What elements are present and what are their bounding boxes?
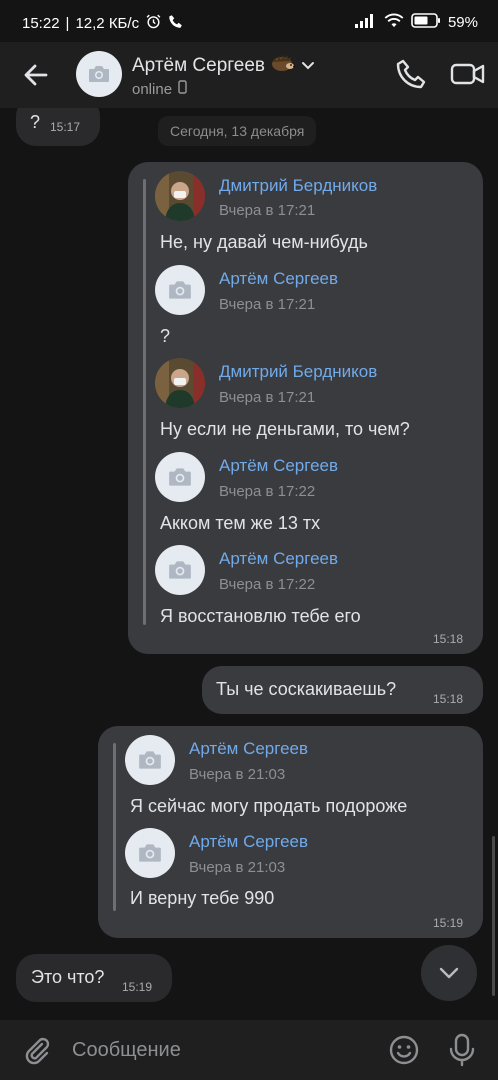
forward-bar — [143, 179, 146, 625]
message-text: Ты че соскакиваешь? — [216, 679, 397, 699]
forward-author[interactable]: Артём Сергеев — [219, 549, 338, 569]
forward-text: Я сейчас могу продать подороже — [130, 796, 408, 816]
author-avatar — [155, 545, 205, 595]
forward-author[interactable]: Дмитрий Бердников — [219, 362, 377, 382]
phone-icon — [396, 59, 426, 89]
contact-name-row[interactable]: Артём Сергеев — [132, 54, 315, 78]
forward-author[interactable]: Артём Сергеев — [189, 832, 308, 852]
back-button[interactable] — [20, 59, 52, 91]
voice-message-button[interactable] — [446, 1032, 478, 1068]
message-incoming-forwarded[interactable]: Артём Сергеев Вчера в 21:03 Я сейчас мог… — [98, 726, 483, 938]
battery-percent: 59% — [447, 14, 478, 31]
forward-time: Вчера в 21:03 — [189, 859, 286, 876]
message-time: 15:18 — [433, 632, 464, 646]
camera-placeholder-icon — [139, 751, 161, 769]
author-avatar — [155, 452, 205, 502]
message-time: 15:19 — [433, 916, 464, 930]
status-bar: 15:22 | 12,2 КБ/с 59% — [0, 0, 498, 42]
forward-author[interactable]: Дмитрий Бердников — [219, 176, 377, 196]
message-incoming[interactable]: ? 15:17 — [16, 108, 100, 146]
forward-text: Акком тем же 13 тх — [160, 513, 321, 533]
video-camera-icon — [450, 63, 485, 85]
author-avatar — [155, 265, 205, 315]
forward-text: Я восстановлю тебе его — [160, 606, 361, 626]
forward-text: Ну если не деньгами, то чем? — [160, 419, 410, 439]
forward-time: Вчера в 17:21 — [219, 202, 316, 219]
message-incoming[interactable]: Это что? 15:19 — [16, 954, 172, 1002]
scroll-down-button[interactable] — [421, 945, 477, 1001]
chevron-down-icon — [301, 55, 315, 77]
camera-placeholder-icon — [169, 281, 191, 299]
forward-time: Вчера в 17:22 — [219, 483, 316, 500]
status-time: 15:22 — [22, 15, 60, 32]
forward-text: Не, ну давай чем-нибудь — [160, 232, 368, 252]
call-button[interactable] — [394, 57, 428, 91]
author-avatar — [125, 828, 175, 878]
hedgehog-emoji-icon — [271, 54, 295, 78]
message-outgoing[interactable]: Ты че соскакиваешь? 15:18 — [202, 666, 483, 714]
person-photo-icon — [155, 171, 205, 221]
message-time: 15:17 — [50, 120, 81, 134]
status-divider: | — [65, 15, 70, 32]
message-composer — [0, 1020, 498, 1080]
forward-bar — [113, 743, 116, 911]
camera-placeholder-icon — [169, 561, 191, 579]
date-separator: Сегодня, 13 декабря — [158, 116, 317, 146]
author-avatar — [125, 735, 175, 785]
camera-placeholder-icon — [139, 844, 161, 862]
contact-status: online — [132, 80, 173, 98]
forward-time: Вчера в 21:03 — [189, 766, 286, 783]
forward-text: И верну тебе 990 — [130, 888, 275, 908]
author-avatar-photo — [155, 358, 205, 408]
emoji-button[interactable] — [388, 1034, 420, 1066]
wifi-icon — [384, 13, 404, 32]
scroll-down-icon — [439, 967, 459, 979]
camera-placeholder-icon — [169, 468, 191, 486]
contact-avatar[interactable] — [76, 51, 122, 97]
message-outgoing-forwarded[interactable]: Дмитрий Бердников Вчера в 17:21 Не, ну д… — [128, 162, 483, 654]
status-left: 15:22 | 12,2 КБ/с — [22, 13, 183, 34]
message-input[interactable] — [72, 1034, 372, 1066]
scrollbar[interactable] — [492, 836, 495, 996]
status-right: 59% — [354, 13, 478, 32]
attach-button[interactable] — [20, 1034, 52, 1066]
emoji-icon — [389, 1035, 419, 1065]
forward-author[interactable]: Артём Сергеев — [219, 456, 338, 476]
camera-placeholder-icon — [89, 66, 109, 82]
paperclip-icon — [25, 1037, 50, 1065]
message-time: 15:18 — [433, 692, 464, 706]
mobile-icon — [178, 80, 187, 98]
contact-name: Артём Сергеев — [132, 55, 266, 76]
forward-time: Вчера в 17:21 — [219, 389, 316, 406]
person-photo-icon — [155, 358, 205, 408]
call-status-icon — [168, 14, 183, 33]
message-text: Это что? — [31, 967, 105, 987]
alarm-icon — [145, 13, 162, 34]
status-speed: 12,2 КБ/с — [75, 15, 140, 32]
signal-icon — [354, 13, 377, 32]
video-call-button[interactable] — [448, 57, 488, 91]
microphone-icon — [449, 1033, 475, 1067]
forward-author[interactable]: Артём Сергеев — [189, 739, 308, 759]
battery-icon — [411, 13, 441, 32]
back-arrow-icon — [24, 64, 48, 86]
forward-time: Вчера в 17:21 — [219, 296, 316, 313]
contact-status-row: online — [132, 80, 187, 98]
forward-text: ? — [160, 326, 171, 346]
message-text: ? — [30, 112, 41, 132]
message-time: 15:19 — [122, 980, 153, 994]
forward-time: Вчера в 17:22 — [219, 576, 316, 593]
message-list[interactable]: ? 15:17 Сегодня, 13 декабря Дмитрий Берд… — [0, 108, 498, 1020]
author-avatar-photo — [155, 171, 205, 221]
chat-header: Артём Сергеев online — [0, 42, 498, 108]
forward-author[interactable]: Артём Сергеев — [219, 269, 338, 289]
